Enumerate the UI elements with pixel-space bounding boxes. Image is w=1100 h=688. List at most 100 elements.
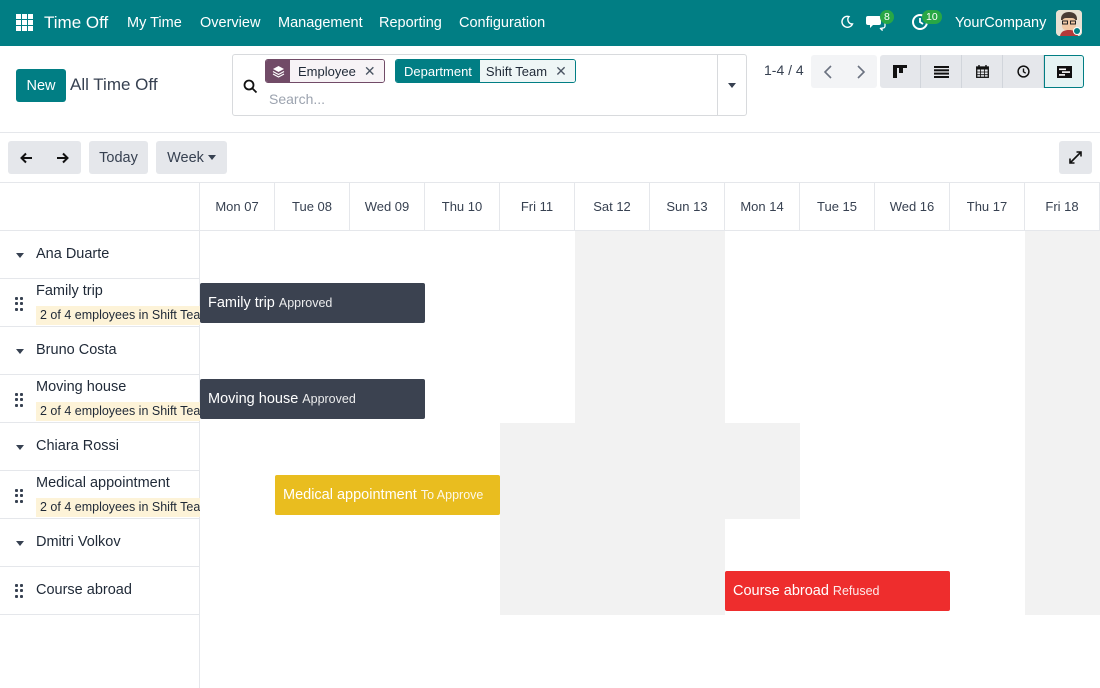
day-header: Sat 12	[575, 183, 650, 231]
facet-employee-label: Employee	[290, 60, 360, 82]
day-header: Mon 07	[200, 183, 275, 231]
search-panel: Employee ✕ Department Shift Team ✕ Searc…	[232, 54, 747, 116]
drag-handle-icon[interactable]	[15, 584, 23, 598]
previous-period-button[interactable]	[8, 141, 44, 174]
time-off-pill[interactable]: Family trip Approved	[200, 283, 425, 323]
caret-down-icon	[207, 155, 216, 160]
facet-department: Department Shift Team ✕	[395, 59, 576, 83]
messages-badge: 8	[880, 10, 894, 24]
pager-next-button[interactable]	[844, 55, 877, 88]
view-calendar-button[interactable]	[962, 55, 1003, 88]
scale-label: Week	[167, 149, 204, 166]
company-switcher[interactable]: YourCompany	[955, 15, 1046, 31]
page-title: All Time Off	[70, 75, 158, 94]
record-row[interactable]: Moving house 2 of 4 employees in Shift Te…	[0, 375, 200, 423]
facet-department-label: Department	[396, 60, 480, 82]
scale-dropdown[interactable]: Week	[156, 141, 227, 174]
arrow-left-icon	[19, 152, 32, 163]
search-options-toggle[interactable]	[717, 55, 746, 115]
view-activity-button[interactable]	[1003, 55, 1044, 88]
group-row[interactable]: Ana Duarte	[0, 231, 200, 279]
menu-overview[interactable]: Overview	[200, 15, 260, 31]
apps-menu-icon[interactable]	[16, 14, 33, 31]
control-panel: New All Time Off Employee ✕ Department S…	[0, 46, 1100, 133]
row-label: Ana Duarte	[36, 246, 110, 262]
coverage-tag: 2 of 4 employees in Shift Team	[36, 498, 200, 517]
row-label: Course abroad	[36, 582, 132, 598]
menu-management[interactable]: Management	[278, 15, 363, 31]
search-icon[interactable]	[243, 79, 258, 94]
day-header: Mon 14	[725, 183, 800, 231]
new-button[interactable]: New	[16, 69, 66, 102]
facet-employee-remove-icon[interactable]: ✕	[359, 60, 384, 82]
activity-icon	[1016, 65, 1030, 78]
app-title[interactable]: Time Off	[44, 13, 108, 33]
facet-employee: Employee ✕	[265, 59, 385, 83]
pager-previous-button[interactable]	[811, 55, 844, 88]
arrow-right-icon	[57, 152, 69, 163]
drag-handle-icon[interactable]	[15, 393, 23, 407]
group-row[interactable]: Dmitri Volkov	[0, 519, 200, 567]
gantt-icon	[1056, 65, 1072, 78]
day-header: Fri 11	[500, 183, 575, 231]
unavailable-shade	[500, 423, 725, 615]
menu-my-time[interactable]: My Time	[127, 15, 182, 31]
day-header: Thu 10	[425, 183, 500, 231]
search-input[interactable]: Search...	[269, 91, 325, 107]
day-header: Wed 09	[350, 183, 425, 231]
pill-title: Moving house	[208, 391, 299, 407]
row-label: Chiara Rossi	[36, 438, 119, 454]
caret-down-icon[interactable]	[16, 445, 24, 450]
view-list-button[interactable]	[921, 55, 962, 88]
drag-handle-icon[interactable]	[15, 489, 23, 503]
pill-title: Medical appointment	[283, 487, 417, 503]
time-off-pill[interactable]: Medical appointment To Approve	[275, 475, 500, 515]
menu-configuration[interactable]: Configuration	[459, 15, 545, 31]
row-label: Medical appointment	[36, 475, 170, 491]
caret-down-icon[interactable]	[16, 253, 24, 258]
calendar-icon	[975, 65, 989, 78]
group-row[interactable]: Bruno Costa	[0, 327, 200, 375]
time-off-pill[interactable]: Moving house Approved	[200, 379, 425, 419]
caret-down-icon[interactable]	[16, 349, 24, 354]
today-button[interactable]: Today	[89, 141, 148, 174]
pager-value[interactable]: 1-4 / 4	[764, 62, 804, 78]
activities-badge: 10	[922, 10, 942, 24]
gantt-toolbar: Today Week	[0, 133, 1100, 183]
expand-button[interactable]	[1059, 141, 1092, 174]
facet-department-remove-icon[interactable]: ✕	[551, 60, 575, 82]
pill-status: Refused	[832, 584, 880, 598]
top-navbar: Time Off My Time Overview Management Rep…	[0, 0, 1100, 46]
record-row[interactable]: Medical appointment 2 of 4 employees in S…	[0, 471, 200, 519]
next-period-button[interactable]	[44, 141, 81, 174]
menu-reporting[interactable]: Reporting	[379, 15, 442, 31]
day-header: Tue 15	[800, 183, 875, 231]
coverage-tag: 2 of 4 employees in Shift Team	[36, 402, 200, 421]
view-gantt-button[interactable]	[1044, 55, 1084, 88]
day-header: Tue 08	[275, 183, 350, 231]
pill-status: Approved	[302, 392, 356, 406]
chevron-left-icon	[823, 64, 832, 79]
day-header: Wed 16	[875, 183, 950, 231]
row-label: Family trip	[36, 283, 103, 299]
dark-mode-icon[interactable]	[840, 15, 854, 29]
view-kanban-button[interactable]	[880, 55, 921, 88]
facet-department-value: Shift Team	[479, 60, 552, 82]
group-row[interactable]: Chiara Rossi	[0, 423, 200, 471]
pill-status: To Approve	[420, 488, 484, 502]
record-row[interactable]: Family trip 2 of 4 employees in Shift Tea…	[0, 279, 200, 327]
caret-down-icon[interactable]	[16, 541, 24, 546]
expand-icon	[1069, 151, 1082, 164]
day-header: Sun 13	[650, 183, 725, 231]
layers-icon	[266, 60, 290, 82]
kanban-icon	[893, 65, 907, 78]
user-avatar[interactable]	[1056, 10, 1082, 36]
chevron-right-icon	[856, 64, 865, 79]
unavailable-shade	[1025, 231, 1100, 615]
drag-handle-icon[interactable]	[15, 297, 23, 311]
pill-title: Course abroad	[733, 583, 829, 599]
time-off-pill[interactable]: Course abroad Refused	[725, 571, 950, 611]
list-icon	[933, 65, 949, 78]
gantt-grid: Mon 07 Tue 08 Wed 09 Thu 10 Fri 11 Sat 12 Sun …	[0, 183, 1100, 688]
record-row[interactable]: Course abroad	[0, 567, 200, 615]
